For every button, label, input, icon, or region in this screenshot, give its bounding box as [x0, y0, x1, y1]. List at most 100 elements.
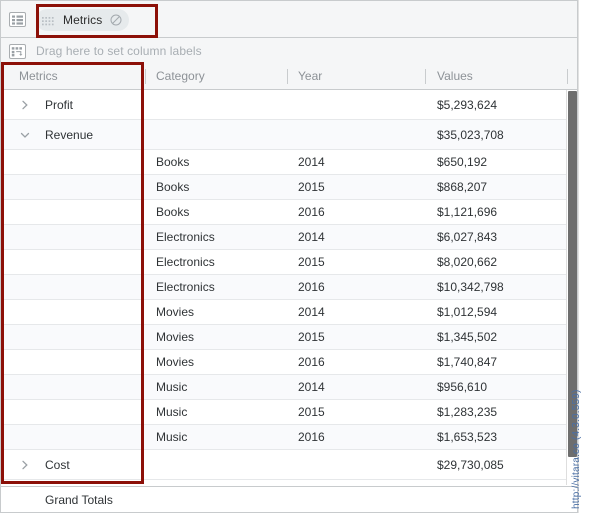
cell-category: Books	[156, 205, 190, 219]
cell-category: Music	[156, 405, 188, 419]
row-labels-dropzone[interactable]: Metrics	[0, 0, 578, 38]
table-row[interactable]: Books 2014 $650,192	[1, 150, 577, 175]
cell-year	[289, 90, 419, 119]
cell-year: 2015	[298, 330, 325, 344]
vitara-watermark: http://vitara.co (4.3.0.559)	[571, 389, 582, 509]
chevron-down-icon[interactable]	[19, 129, 31, 141]
table-row[interactable]: Electronics 2014 $6,027,843	[1, 225, 577, 250]
cell-year	[289, 120, 419, 149]
column-header-year[interactable]: Year	[289, 64, 419, 89]
cell-category: Electronics	[156, 230, 215, 244]
cell-metrics	[1, 350, 144, 374]
cell-values: $868,207	[437, 180, 488, 194]
cell-year: 2014	[298, 305, 325, 319]
field-chip-metrics[interactable]: Metrics	[36, 8, 130, 31]
table-row[interactable]: Books 2016 $1,121,696	[1, 200, 577, 225]
cell-year: 2016	[298, 355, 325, 369]
cell-year	[289, 450, 419, 479]
cell-metrics	[1, 150, 144, 174]
metric-label: Revenue	[45, 127, 94, 142]
cell-metrics	[1, 250, 144, 274]
cell-values: $8,020,662	[437, 255, 498, 269]
cell-metrics: Revenue	[1, 120, 144, 149]
cell-year: 2016	[298, 430, 325, 444]
table-row-group[interactable]: Profit $5,293,624	[1, 90, 577, 120]
cell-metrics	[1, 275, 144, 299]
column-header-metrics[interactable]: Metrics	[1, 64, 144, 89]
cell-category: Electronics	[156, 280, 215, 294]
cell-category	[147, 450, 287, 479]
column-separator-1[interactable]	[145, 69, 146, 84]
pivot-table-widget: Metrics Drag here to set column labels M…	[0, 0, 598, 513]
column-labels-dropzone[interactable]: Drag here to set column labels	[0, 37, 578, 65]
cell-metrics	[1, 400, 144, 424]
table-row[interactable]: Movies 2016 $1,740,847	[1, 350, 577, 375]
cell-values: $956,610	[437, 380, 488, 394]
table-row[interactable]: Electronics 2016 $10,342,798	[1, 275, 577, 300]
cell-values: $1,121,696	[437, 205, 498, 219]
cell-values: $6,027,843	[437, 230, 498, 244]
cell-category: Books	[156, 180, 190, 194]
table-row[interactable]: Music 2014 $956,610	[1, 375, 577, 400]
cell-year: 2014	[298, 155, 325, 169]
column-labels-icon	[9, 43, 26, 59]
table-row[interactable]: Movies 2015 $1,345,502	[1, 325, 577, 350]
cell-values: $35,023,708	[437, 127, 504, 142]
cell-category: Movies	[156, 330, 195, 344]
cell-year: 2015	[298, 255, 325, 269]
metric-label: Cost	[45, 457, 70, 472]
cell-metrics	[1, 300, 144, 324]
cell-category: Movies	[156, 355, 195, 369]
metric-label: Profit	[45, 97, 74, 112]
column-separator-2[interactable]	[287, 69, 288, 84]
table-row[interactable]: Electronics 2015 $8,020,662	[1, 250, 577, 275]
chevron-right-icon[interactable]	[19, 459, 31, 471]
cell-category: Music	[156, 430, 188, 444]
table-row[interactable]: Music 2015 $1,283,235	[1, 400, 577, 425]
cell-category: Electronics	[156, 255, 215, 269]
grand-totals-row[interactable]: Grand Totals	[1, 486, 577, 512]
cell-category	[147, 120, 287, 149]
table-row[interactable]: Music 2016 $1,653,523	[1, 425, 577, 450]
cell-metrics	[1, 200, 144, 224]
cell-year: 2015	[298, 405, 325, 419]
cell-category: Books	[156, 155, 190, 169]
cell-year: 2014	[298, 380, 325, 394]
grid-header-row: Metrics Category Year Values	[1, 64, 577, 90]
cell-category: Movies	[156, 305, 195, 319]
cell-values: $1,283,235	[437, 405, 498, 419]
table-row[interactable]: Movies 2014 $1,012,594	[1, 300, 577, 325]
column-labels-placeholder: Drag here to set column labels	[36, 44, 202, 58]
cell-year: 2016	[298, 205, 325, 219]
cell-year: 2015	[298, 180, 325, 194]
column-separator-4[interactable]	[567, 69, 568, 84]
cell-metrics	[1, 325, 144, 349]
cell-values: $29,730,085	[437, 457, 504, 472]
cell-values: $1,740,847	[437, 355, 498, 369]
table-row-group[interactable]: Cost $29,730,085	[1, 450, 577, 480]
cell-year: 2014	[298, 230, 325, 244]
cell-year: 2016	[298, 280, 325, 294]
cell-metrics: Profit	[1, 90, 144, 119]
column-header-category[interactable]: Category	[147, 64, 287, 89]
cell-values: $650,192	[437, 155, 488, 169]
chevron-right-icon[interactable]	[19, 99, 31, 111]
cell-values: $5,293,624	[437, 97, 498, 112]
grid-body: Profit $5,293,624 Revenue $35,023,708 Books 2…	[1, 90, 577, 486]
column-separator-3[interactable]	[425, 69, 426, 84]
cell-values: $10,342,798	[437, 280, 504, 294]
cell-metrics	[1, 375, 144, 399]
table-row[interactable]: Books 2015 $868,207	[1, 175, 577, 200]
cell-values: $1,012,594	[437, 305, 498, 319]
drag-grip-icon[interactable]	[42, 15, 54, 25]
column-header-values[interactable]: Values	[428, 64, 568, 89]
cell-values: $1,653,523	[437, 430, 498, 444]
field-chip-label: Metrics	[63, 12, 103, 27]
table-row-group[interactable]: Revenue $35,023,708	[1, 120, 577, 150]
cell-category: Music	[156, 380, 188, 394]
pivot-grid: Metrics Category Year Values Profit $5,29…	[0, 64, 578, 513]
remove-field-icon[interactable]	[110, 14, 122, 26]
cell-values: $1,345,502	[437, 330, 498, 344]
row-labels-icon	[9, 12, 26, 27]
cell-metrics	[1, 425, 144, 449]
